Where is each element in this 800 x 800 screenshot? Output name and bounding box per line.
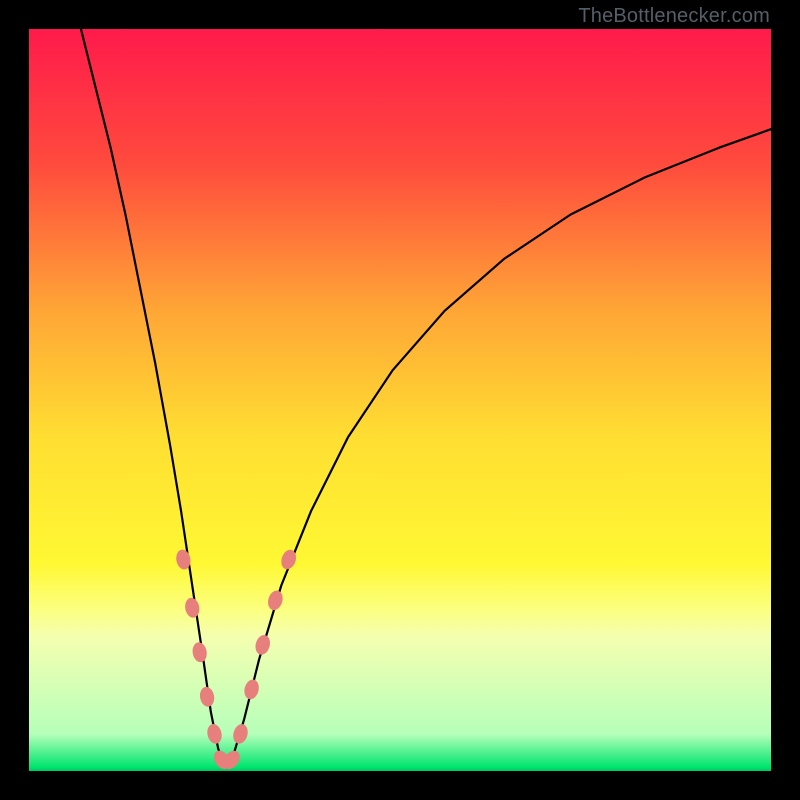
bead-marker xyxy=(242,678,260,701)
bead-marker xyxy=(231,722,250,745)
curve-group xyxy=(81,29,771,767)
watermark-text: TheBottlenecker.com xyxy=(578,5,770,28)
bead-marker xyxy=(191,641,208,663)
marker-group xyxy=(175,548,299,771)
bead-marker xyxy=(266,589,285,612)
bead-marker xyxy=(253,633,272,656)
bead-marker xyxy=(184,597,201,619)
bead-marker xyxy=(198,686,215,708)
bead-marker xyxy=(205,723,223,746)
chart-svg xyxy=(29,29,771,771)
outer-frame: TheBottlenecker.com xyxy=(0,0,800,800)
series-right-branch xyxy=(226,129,771,767)
